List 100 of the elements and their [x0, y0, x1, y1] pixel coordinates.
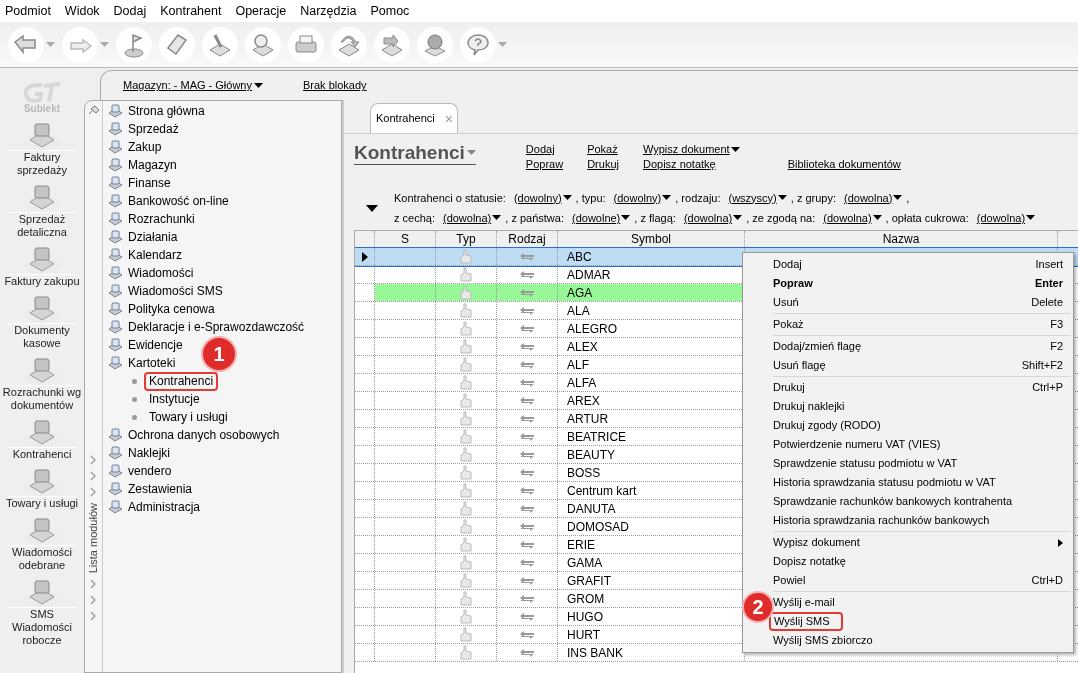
module-item[interactable]: Deklaracje i e-Sprawozdawczość [108, 318, 305, 336]
action-link[interactable]: Wypisz dokument [642, 142, 740, 157]
action-link[interactable]: Dopisz notatkę [642, 157, 716, 172]
menu-item[interactable]: Kontrahent [160, 1, 222, 21]
toolbar-button[interactable] [116, 26, 154, 63]
menu-option[interactable]: Wypisz dokument [773, 533, 1073, 552]
filter-dropdown[interactable]: (dowolny) [613, 189, 672, 206]
menu-option[interactable]: Wyślij SMS [769, 612, 843, 631]
action-link[interactable]: Drukuj [587, 157, 619, 172]
module-subitem[interactable]: Towary i usługi [144, 408, 233, 426]
menu-item[interactable]: Widok [64, 1, 100, 21]
tab[interactable]: Kontrahenci × [370, 103, 458, 133]
table-cell: AREX [567, 394, 600, 408]
module-item[interactable]: Zestawienia [108, 480, 193, 498]
module-item[interactable]: Ochrona danych osobowych [108, 426, 280, 444]
hand-icon [460, 573, 472, 588]
two-way-arrow-icon [520, 630, 534, 639]
module-item[interactable]: Strona główna [108, 102, 205, 120]
table-cell: BOSS [567, 466, 601, 480]
module-item[interactable]: Administracja [108, 498, 201, 516]
menu-item[interactable]: Narzędzia [300, 1, 357, 21]
module-item[interactable]: Kalendarz [108, 246, 183, 264]
module-item[interactable]: Kartoteki [108, 354, 176, 372]
filter-label: , z państwa: [505, 211, 564, 226]
filter-label: , typu: [575, 190, 606, 206]
panel-title: Lista modułów [86, 503, 101, 574]
two-way-arrow-icon [520, 252, 534, 261]
shortcut-button[interactable]: Faktury sprzedaży [1, 120, 83, 180]
toolbar-button[interactable] [374, 26, 412, 63]
shortcut-button[interactable]: Wiadomości odebrane [1, 515, 83, 575]
toolbar-button[interactable] [8, 26, 57, 63]
module-item[interactable]: vendero [108, 462, 172, 480]
filter-dropdown[interactable]: (dowolny) [513, 189, 572, 206]
toolbar-button[interactable] [159, 26, 197, 63]
shortcut-button[interactable]: Towary i usługi [1, 466, 83, 513]
current-row-icon [361, 251, 368, 262]
module-item[interactable]: Sprzedaż [108, 120, 179, 138]
table-cell: AGA [567, 286, 593, 300]
filter-dropdown[interactable]: (dowolna) [823, 210, 882, 227]
action-link[interactable]: Biblioteka dokumentów [787, 157, 901, 172]
module-subitem[interactable]: Kontrahenci [144, 371, 219, 391]
module-icon [108, 446, 123, 460]
filter-dropdown[interactable]: (dowolna) [844, 189, 903, 206]
toolbar-button[interactable] [202, 26, 240, 63]
chevron-icon[interactable] [90, 611, 97, 622]
module-item[interactable]: Magazyn [108, 156, 177, 174]
toolbar-button[interactable] [417, 26, 455, 63]
shortcut-button[interactable]: Dokumenty kasowe [1, 293, 83, 353]
toolbar-button[interactable] [245, 26, 283, 63]
filter-dropdown[interactable]: (wszyscy) [728, 189, 787, 206]
two-way-arrow-icon [520, 396, 534, 405]
module-item[interactable]: Rozrachunki [108, 210, 195, 228]
filter-dropdown[interactable]: (dowolna) [442, 210, 502, 227]
shortcut-button[interactable]: Rozrachunki wg dokumentów [1, 355, 83, 415]
hand-icon [460, 321, 472, 336]
module-item[interactable]: Wiadomości [108, 264, 194, 282]
menu-item[interactable]: Podmiot [5, 1, 51, 21]
menu-option[interactable]: Pokaż F3 [773, 315, 1073, 334]
two-way-arrow-icon [520, 288, 534, 297]
module-item[interactable]: Zakup [108, 138, 162, 156]
shortcut-button[interactable]: Kontrahenci [1, 417, 83, 464]
module-item[interactable]: Naklejki [108, 444, 170, 462]
shortcut-button[interactable]: SMS Wiadomości robocze [1, 577, 83, 650]
action-link[interactable]: Popraw [525, 157, 564, 172]
menu-option[interactable]: Dodaj/zmień flagę F2 [773, 337, 1073, 356]
module-subitem[interactable]: Instytucje [144, 390, 205, 408]
lock-link[interactable]: Brak blokady [303, 77, 367, 94]
toolbar-button[interactable] [460, 26, 509, 63]
menu-item[interactable]: Dodaj [113, 1, 147, 21]
filter-dropdown[interactable]: (dowolna) [683, 210, 743, 227]
toolbar-button[interactable] [62, 26, 111, 63]
module-item[interactable]: Finanse [108, 174, 171, 192]
warehouse-link[interactable]: Magazyn: - MAG - Główny [123, 77, 263, 94]
menu-option[interactable]: Powiel Ctrl+D [773, 571, 1073, 590]
module-item[interactable]: Wiadomości SMS [108, 282, 223, 300]
module-item[interactable]: Działania [108, 228, 178, 246]
pin-icon[interactable] [87, 105, 100, 115]
collapse-icon[interactable] [366, 204, 378, 212]
action-link[interactable]: Pokaż [587, 142, 618, 157]
menu-option[interactable]: Usuń flagę Shift+F2 [773, 356, 1073, 375]
action-link[interactable]: Dodaj [525, 142, 555, 157]
shortcut-button[interactable]: Faktury zakupu [1, 244, 83, 291]
module-item[interactable]: Polityka cenowa [108, 300, 215, 318]
shortcut-text: F3 [1050, 317, 1063, 333]
module-item[interactable]: Bankowość on-line [108, 192, 229, 210]
module-item[interactable]: Ewidencje [108, 336, 183, 354]
caret-icon [100, 41, 109, 48]
chevron-icon[interactable] [90, 595, 97, 606]
toolbar-button[interactable] [331, 26, 369, 63]
chevron-icon[interactable] [90, 579, 97, 590]
menu-item[interactable]: Pomoc [370, 1, 410, 21]
page-title[interactable]: Kontrahenci [354, 142, 476, 165]
filter-dropdown[interactable]: (dowolne) [572, 210, 631, 227]
module-icon [108, 356, 123, 370]
toolbar-button[interactable] [288, 26, 326, 63]
filter-dropdown[interactable]: (dowolna) [976, 210, 1036, 227]
menu-item[interactable]: Operacje [235, 1, 287, 21]
shortcut-button[interactable]: Sprzedaż detaliczna [1, 182, 83, 242]
hand-icon [460, 411, 472, 426]
menu-option[interactable]: Dopisz notatkę [773, 552, 1073, 571]
